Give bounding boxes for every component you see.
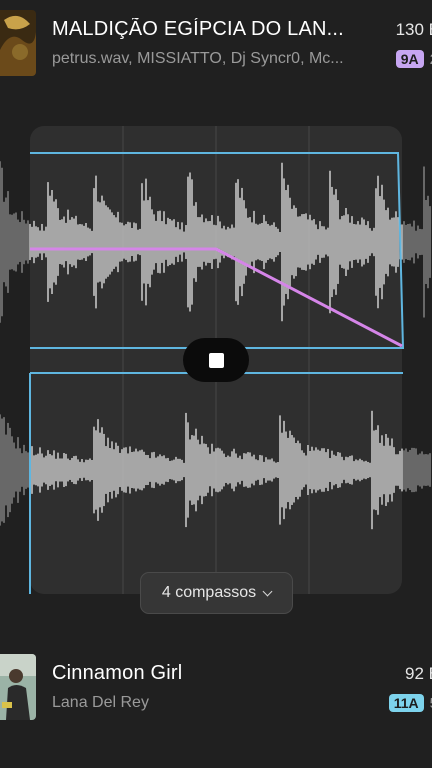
stop-button[interactable] xyxy=(183,338,249,382)
track-title: MALDIÇÃO EGÍPCIA DO LAN... xyxy=(52,18,344,40)
track-key: 11A 5 xyxy=(388,694,432,712)
track-bpm: 92 B xyxy=(405,664,432,683)
track-key: 9A 2 xyxy=(395,50,432,68)
stop-icon xyxy=(208,352,224,368)
key-badge: 9A xyxy=(395,50,424,68)
chevron-down-icon xyxy=(262,586,273,596)
album-cover xyxy=(0,10,36,76)
track-title: Cinnamon Girl xyxy=(52,662,183,684)
key-badge: 11A xyxy=(388,694,424,712)
track-row-next[interactable]: Cinnamon Girl Lana Del Rey 92 B 11A 5 xyxy=(0,652,432,722)
track-artist: Lana Del Rey xyxy=(52,694,149,711)
bars-length-dropdown[interactable]: 4 compassos xyxy=(140,572,293,614)
track-artists: petrus.wav, MISSIATTO, Dj Syncr0, Mc... xyxy=(52,50,344,67)
album-cover xyxy=(0,654,36,720)
track-row-current[interactable]: MALDIÇÃO EGÍPCIA DO LAN... petrus.wav, M… xyxy=(0,8,432,78)
bars-length-label: 4 compassos xyxy=(161,584,257,601)
track-bpm: 130 B xyxy=(395,20,432,39)
